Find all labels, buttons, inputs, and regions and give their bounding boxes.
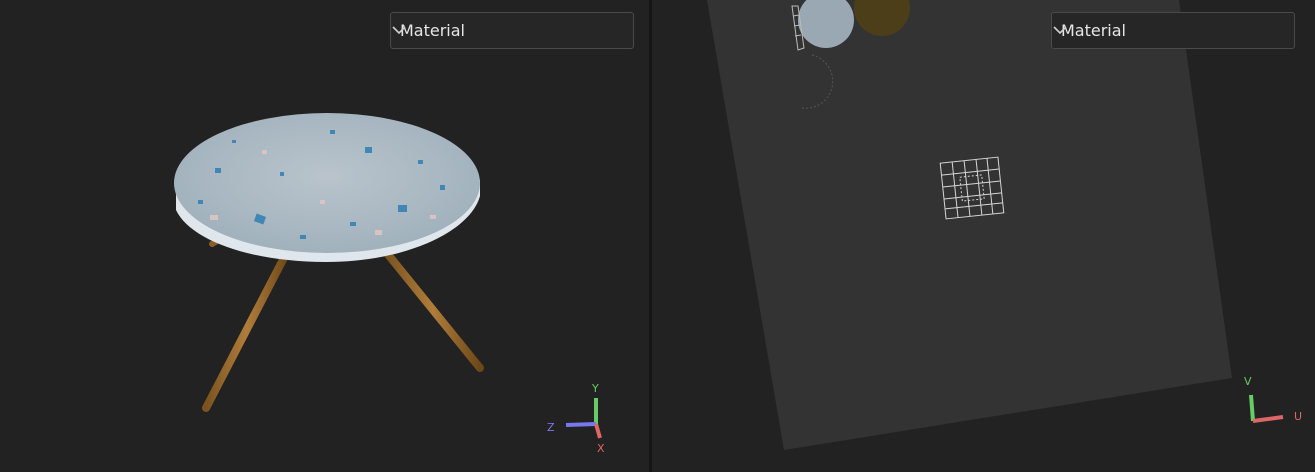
uv-texture-sheet [707,0,1232,450]
model-view-mode-select[interactable]: Material [390,12,634,49]
texture-preview-app: Y Z X Material V U Material [0,0,1315,472]
uv-axis-gizmo: V U [1244,375,1302,423]
uv-view-mode-value: Material [1061,21,1126,40]
model-canvas[interactable]: Y Z X [0,0,649,472]
table-leg [382,248,484,372]
chevron-down-icon [1053,26,1067,35]
z-axis-label: Z [547,421,555,434]
chevron-down-icon [392,26,406,35]
model-viewport[interactable]: Y Z X Material [0,0,649,472]
u-axis-label: U [1294,410,1302,423]
xyz-axis-gizmo: Y Z X [547,382,605,455]
table-model [174,113,484,412]
v-axis-label: V [1244,375,1252,388]
uv-view-mode-select[interactable]: Material [1051,12,1295,49]
uv-viewport[interactable]: V U Material [652,0,1315,472]
y-axis-label: Y [591,382,599,395]
table-leg [202,246,292,412]
x-axis-label: X [597,442,605,455]
model-view-mode-value: Material [400,21,465,40]
uv-canvas[interactable]: V U [652,0,1315,472]
table-top [174,113,480,253]
